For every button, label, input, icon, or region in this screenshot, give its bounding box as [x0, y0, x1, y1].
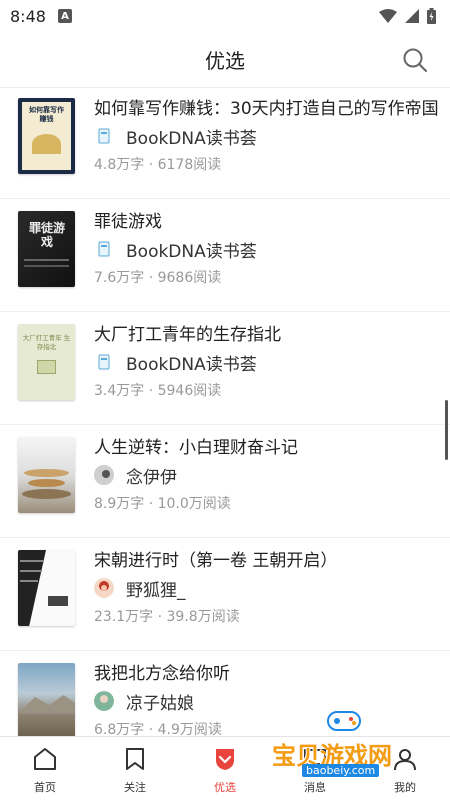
- author-avatar: [94, 465, 114, 485]
- book-stats: 23.1万字 · 39.8万阅读: [94, 609, 240, 625]
- bottom-tab-bar: 首页 关注 优选 消息 我的: [0, 736, 450, 800]
- book-item[interactable]: 我把北方念给你听 凉子姑娘 6.8万字 · 4.9万阅读: [0, 651, 450, 736]
- book-stats: 7.6万字 · 9686阅读: [94, 270, 222, 286]
- book-cover: [18, 437, 75, 513]
- author-avatar: [94, 239, 114, 259]
- author-row[interactable]: 念伊伊: [94, 463, 177, 488]
- book-item[interactable]: 人生逆转：小白理财奋斗记 念伊伊 8.9万字 · 10.0万阅读: [0, 425, 450, 538]
- book-cover: 如何靠写作赚钱: [18, 98, 75, 174]
- cover-text: 罪徒游戏: [28, 221, 65, 249]
- book-feed[interactable]: 如何靠写作赚钱 如何靠写作赚钱：30天内打造自己的写作帝国 BookDNA读书荟…: [0, 88, 450, 736]
- book-stats: 8.9万字 · 10.0万阅读: [94, 496, 231, 512]
- book-title: 大厂打工青年的生存指北: [94, 325, 281, 345]
- book-title: 宋朝进行时（第一卷 王朝开启）: [94, 551, 338, 571]
- book-stats: 3.4万字 · 5946阅读: [94, 383, 222, 399]
- search-icon[interactable]: [402, 47, 428, 73]
- author-row[interactable]: BookDNA读书荟: [94, 124, 257, 149]
- tab-label: 我的: [394, 781, 416, 794]
- book-stats: 4.8万字 · 6178阅读: [94, 157, 222, 173]
- user-icon: [391, 745, 419, 773]
- book-item[interactable]: 宋朝进行时（第一卷 王朝开启） 野狐狸_ 23.1万字 · 39.8万阅读: [0, 538, 450, 651]
- author-name: 凉子姑娘: [126, 693, 194, 714]
- author-row[interactable]: 凉子姑娘: [94, 689, 194, 714]
- message-icon: [301, 745, 329, 773]
- author-avatar: [94, 691, 114, 711]
- tab-label: 优选: [214, 781, 236, 794]
- book-cover: [18, 550, 75, 626]
- tab-featured[interactable]: 优选: [180, 737, 270, 800]
- tab-home[interactable]: 首页: [0, 737, 90, 800]
- book-cover: 大厂打工青年 生存指北: [18, 324, 75, 400]
- book-title: 人生逆转：小白理财奋斗记: [94, 438, 298, 458]
- status-icons: [379, 8, 436, 24]
- book-item[interactable]: 大厂打工青年 生存指北 大厂打工青年的生存指北 BookDNA读书荟 3.4万字…: [0, 312, 450, 425]
- heart-chevron-icon: [211, 745, 239, 773]
- author-row[interactable]: BookDNA读书荟: [94, 237, 257, 262]
- book-title: 我把北方念给你听: [94, 664, 230, 684]
- book-item[interactable]: 如何靠写作赚钱 如何靠写作赚钱：30天内打造自己的写作帝国 BookDNA读书荟…: [0, 88, 450, 199]
- scrollbar[interactable]: [445, 400, 448, 460]
- book-cover: 罪徒游戏: [18, 211, 75, 287]
- book-title: 罪徒游戏: [94, 212, 162, 232]
- author-name: BookDNA读书荟: [126, 241, 257, 262]
- status-time: 8:48: [10, 6, 46, 26]
- signal-icon: [405, 9, 419, 23]
- author-avatar: [94, 352, 114, 372]
- notification-icon: A: [57, 9, 72, 23]
- app-header: 优选: [0, 32, 450, 88]
- author-row[interactable]: BookDNA读书荟: [94, 350, 257, 375]
- battery-icon: [427, 8, 436, 24]
- author-name: BookDNA读书荟: [126, 128, 257, 149]
- tab-me[interactable]: 我的: [360, 737, 450, 800]
- book-item[interactable]: 罪徒游戏 罪徒游戏 BookDNA读书荟 7.6万字 · 9686阅读: [0, 199, 450, 312]
- bookmark-icon: [121, 745, 149, 773]
- author-name: 野狐狸_: [126, 580, 186, 601]
- book-stats: 6.8万字 · 4.9万阅读: [94, 722, 222, 736]
- cover-text: 如何靠写作赚钱: [29, 106, 64, 123]
- cover-text: 大厂打工青年 生存指北: [22, 334, 71, 351]
- tab-label: 消息: [304, 781, 326, 794]
- page-title: 优选: [205, 49, 245, 73]
- tab-label: 首页: [34, 781, 56, 794]
- tab-follow[interactable]: 关注: [90, 737, 180, 800]
- status-bar: 8:48 A: [0, 0, 450, 32]
- author-avatar: [94, 126, 114, 146]
- tab-messages[interactable]: 消息: [270, 737, 360, 800]
- author-name: 念伊伊: [126, 467, 177, 488]
- book-cover: [18, 663, 75, 736]
- tab-label: 关注: [124, 781, 146, 794]
- author-row[interactable]: 野狐狸_: [94, 576, 186, 601]
- author-avatar: [94, 578, 114, 598]
- author-name: BookDNA读书荟: [126, 354, 257, 375]
- book-title: 如何靠写作赚钱：30天内打造自己的写作帝国: [94, 99, 439, 119]
- wifi-icon: [379, 9, 397, 23]
- home-icon: [31, 745, 59, 773]
